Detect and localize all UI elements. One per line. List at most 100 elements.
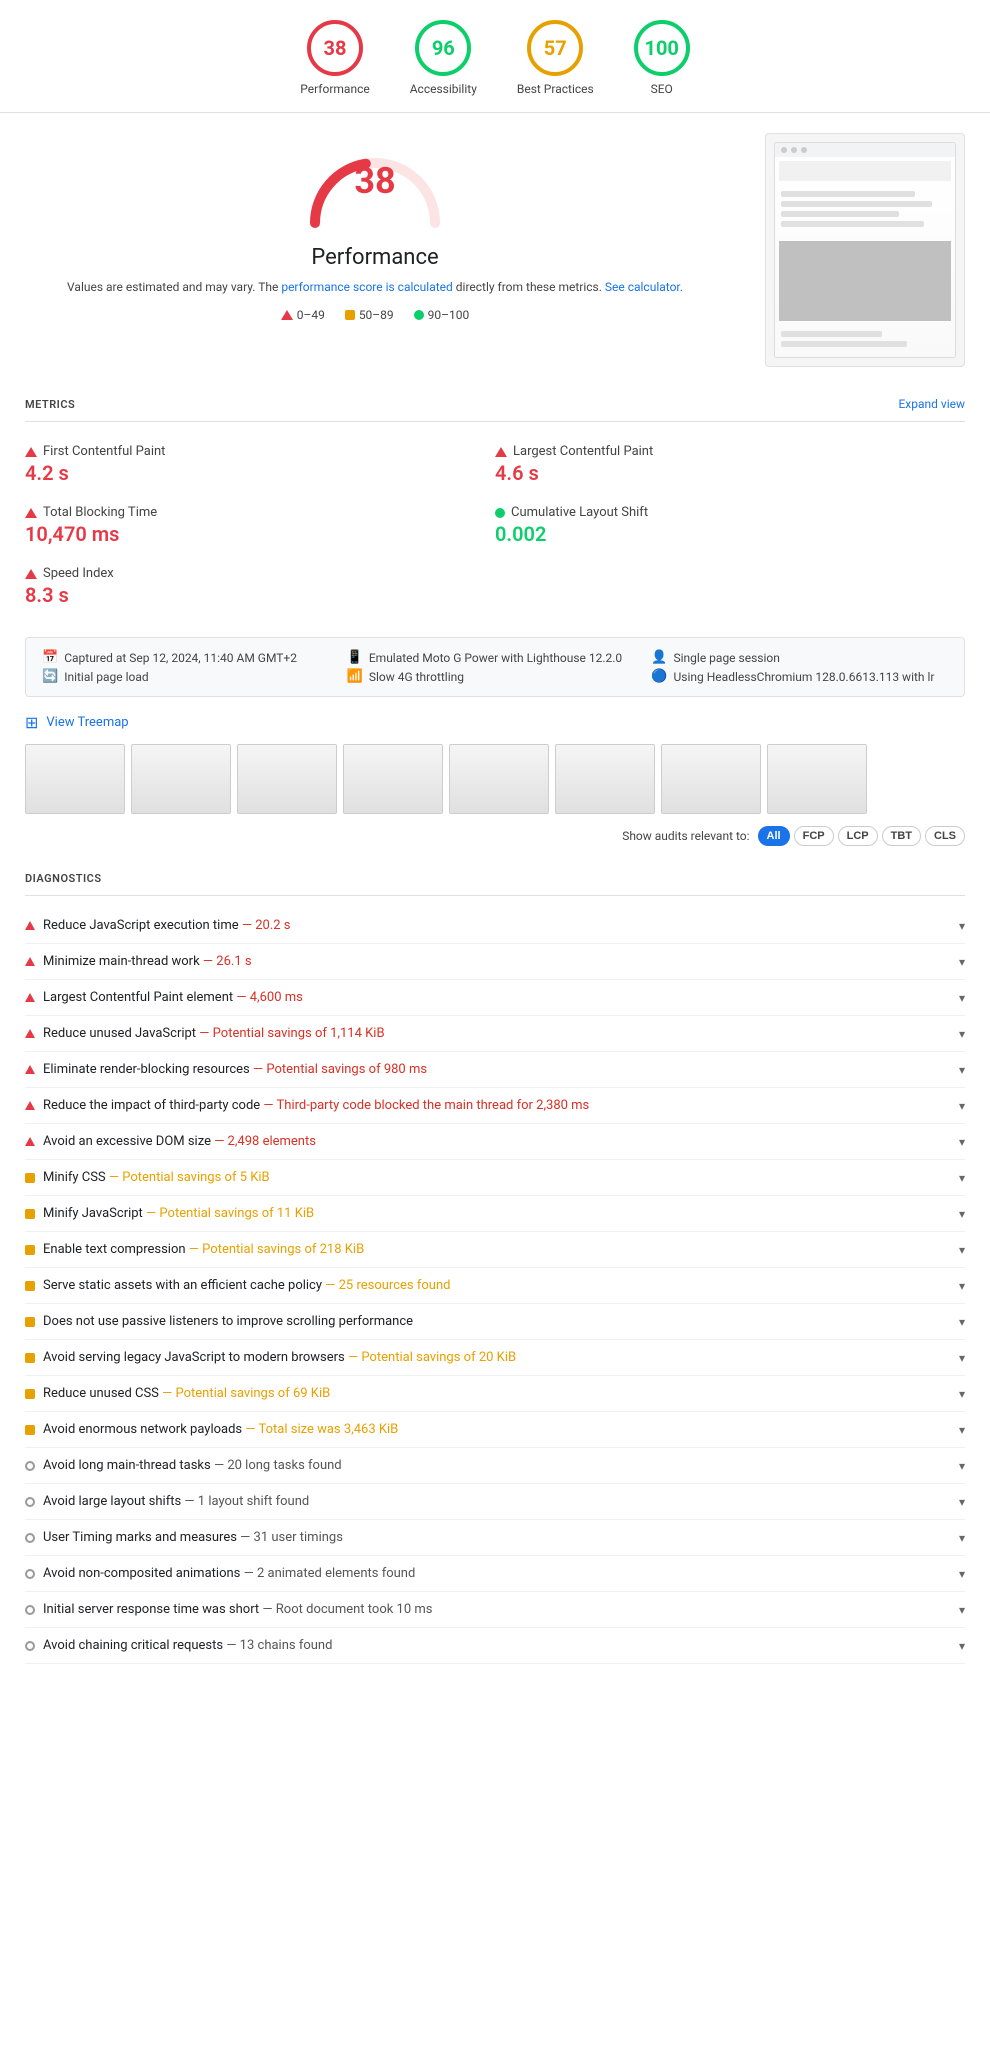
- filter-btn-tbt[interactable]: TBT: [882, 826, 921, 846]
- chevron-down-icon: ▾: [959, 1603, 965, 1617]
- diag-detail: — 25 resources found: [325, 1278, 450, 1293]
- diag-text: Avoid an excessive DOM size — 2,498 elem…: [43, 1134, 316, 1149]
- diagnostic-item[interactable]: Avoid non-composited animations — 2 anim…: [25, 1556, 965, 1592]
- diag-text: Avoid non-composited animations — 2 anim…: [43, 1566, 415, 1581]
- metrics-grid: First Contentful Paint 4.2 s Largest Con…: [25, 434, 965, 617]
- diagnostic-item[interactable]: Eliminate render-blocking resources — Po…: [25, 1052, 965, 1088]
- chevron-down-icon: ▾: [959, 1027, 965, 1041]
- score-best-practices[interactable]: 57 Best Practices: [517, 20, 594, 96]
- perf-description: Values are estimated and may vary. The p…: [25, 278, 725, 296]
- diag-text: Enable text compression — Potential savi…: [43, 1242, 364, 1257]
- diag-text: User Timing marks and measures — 31 user…: [43, 1530, 343, 1545]
- diagnostics-list: Reduce JavaScript execution time — 20.2 …: [25, 908, 965, 1664]
- score-performance[interactable]: 38 Performance: [300, 20, 369, 96]
- diagnostic-item[interactable]: Serve static assets with an efficient ca…: [25, 1268, 965, 1304]
- metric-cls: Cumulative Layout Shift 0.002: [495, 495, 965, 556]
- metric-triangle-icon: [25, 569, 37, 579]
- diag-detail: — Potential savings of 218 KiB: [189, 1242, 364, 1257]
- diagnostic-item[interactable]: Reduce unused JavaScript — Potential sav…: [25, 1016, 965, 1052]
- metric-value: 4.2 s: [25, 461, 495, 485]
- browser-icon: 🔵: [651, 669, 667, 684]
- user-icon: 👤: [651, 650, 667, 665]
- diag-text: Minimize main-thread work — 26.1 s: [43, 954, 252, 969]
- diag-square-icon: [25, 1353, 35, 1363]
- filter-btn-fcp[interactable]: FCP: [794, 826, 834, 846]
- chevron-down-icon: ▾: [959, 1459, 965, 1473]
- diagnostic-item[interactable]: User Timing marks and measures — 31 user…: [25, 1520, 965, 1556]
- diag-detail: — Potential savings of 1,114 KiB: [199, 1026, 384, 1041]
- diag-detail: — 4,600 ms: [236, 990, 303, 1005]
- diag-square-icon: [25, 1281, 35, 1291]
- diagnostic-item[interactable]: Enable text compression — Potential savi…: [25, 1232, 965, 1268]
- calendar-icon: 📅: [42, 650, 58, 665]
- diagnostic-item[interactable]: Reduce the impact of third-party code — …: [25, 1088, 965, 1124]
- diag-triangle-icon: [25, 1137, 35, 1146]
- chevron-down-icon: ▾: [959, 1099, 965, 1113]
- chevron-down-icon: ▾: [959, 1639, 965, 1653]
- expand-view-link[interactable]: Expand view: [898, 397, 965, 411]
- film-thumb: [131, 744, 231, 814]
- diag-text: Reduce JavaScript execution time — 20.2 …: [43, 918, 291, 933]
- diagnostic-item[interactable]: Avoid long main-thread tasks — 20 long t…: [25, 1448, 965, 1484]
- diag-text: Serve static assets with an efficient ca…: [43, 1278, 450, 1293]
- load-icon: 🔄: [42, 669, 58, 684]
- treemap-link[interactable]: ⊞ View Treemap: [25, 713, 965, 732]
- perf-score-link[interactable]: performance score is calculated: [281, 280, 452, 294]
- chevron-down-icon: ▾: [959, 1207, 965, 1221]
- diag-text: Avoid enormous network payloads — Total …: [43, 1422, 398, 1437]
- score-circle-seo: 100: [634, 20, 690, 76]
- chevron-down-icon: ▾: [959, 1243, 965, 1257]
- diag-triangle-icon: [25, 1029, 35, 1038]
- diagnostic-item[interactable]: Minify CSS — Potential savings of 5 KiB …: [25, 1160, 965, 1196]
- diagnostic-item[interactable]: Avoid serving legacy JavaScript to moder…: [25, 1340, 965, 1376]
- metric-label: Total Blocking Time: [43, 505, 157, 520]
- diagnostic-item[interactable]: Initial server response time was short —…: [25, 1592, 965, 1628]
- diag-square-icon: [25, 1209, 35, 1219]
- diag-detail: — 1 layout shift found: [184, 1494, 309, 1509]
- film-frame: [25, 744, 125, 814]
- film-frame: [343, 744, 443, 814]
- score-label-accessibility: Accessibility: [410, 82, 477, 96]
- chevron-down-icon: ▾: [959, 1423, 965, 1437]
- filter-btn-lcp[interactable]: LCP: [838, 826, 878, 846]
- film-frame: [237, 744, 337, 814]
- filter-btn-cls[interactable]: CLS: [925, 826, 965, 846]
- diagnostic-item[interactable]: Does not use passive listeners to improv…: [25, 1304, 965, 1340]
- diagnostic-item[interactable]: Reduce JavaScript execution time — 20.2 …: [25, 908, 965, 944]
- metric-label: Cumulative Layout Shift: [511, 505, 648, 520]
- filter-btn-all[interactable]: All: [758, 826, 790, 846]
- diag-square-icon: [25, 1425, 35, 1435]
- diag-square-icon: [25, 1173, 35, 1183]
- diagnostic-item[interactable]: Reduce unused CSS — Potential savings of…: [25, 1376, 965, 1412]
- chevron-down-icon: ▾: [959, 1279, 965, 1293]
- score-seo[interactable]: 100 SEO: [634, 20, 690, 96]
- score-label-performance: Performance: [300, 82, 369, 96]
- diag-detail: — 20.2 s: [242, 918, 291, 933]
- chevron-down-icon: ▾: [959, 1567, 965, 1581]
- diagnostic-item[interactable]: Avoid an excessive DOM size — 2,498 elem…: [25, 1124, 965, 1160]
- diagnostic-item[interactable]: Minify JavaScript — Potential savings of…: [25, 1196, 965, 1232]
- diagnostic-item[interactable]: Avoid large layout shifts — 1 layout shi…: [25, 1484, 965, 1520]
- calculator-link[interactable]: See calculator.: [605, 280, 683, 294]
- diagnostic-item[interactable]: Minimize main-thread work — 26.1 s ▾: [25, 944, 965, 980]
- diag-detail: — Potential savings of 980 ms: [253, 1062, 427, 1077]
- chevron-down-icon: ▾: [959, 1135, 965, 1149]
- diagnostic-item[interactable]: Largest Contentful Paint element — 4,600…: [25, 980, 965, 1016]
- score-accessibility[interactable]: 96 Accessibility: [410, 20, 477, 96]
- diagnostic-item[interactable]: Avoid chaining critical requests — 13 ch…: [25, 1628, 965, 1664]
- diag-square-icon: [25, 1317, 35, 1327]
- throttle-info: Slow 4G throttling: [369, 670, 464, 684]
- diag-detail: — Total size was 3,463 KiB: [245, 1422, 398, 1437]
- diagnostic-item[interactable]: Avoid enormous network payloads — Total …: [25, 1412, 965, 1448]
- diag-text: Reduce the impact of third-party code — …: [43, 1098, 589, 1113]
- score-circle-best-practices: 57: [527, 20, 583, 76]
- metric-tbt: Total Blocking Time 10,470 ms: [25, 495, 495, 556]
- treemap-icon: ⊞: [25, 713, 38, 732]
- diag-detail: — Third-party code blocked the main thre…: [263, 1098, 589, 1113]
- legend-square-icon: [345, 310, 355, 320]
- film-thumb: [661, 744, 761, 814]
- diag-detail: — Potential savings of 5 KiB: [109, 1170, 270, 1185]
- diag-circle-icon: [25, 1641, 35, 1651]
- diag-square-icon: [25, 1245, 35, 1255]
- film-frame: [555, 744, 655, 814]
